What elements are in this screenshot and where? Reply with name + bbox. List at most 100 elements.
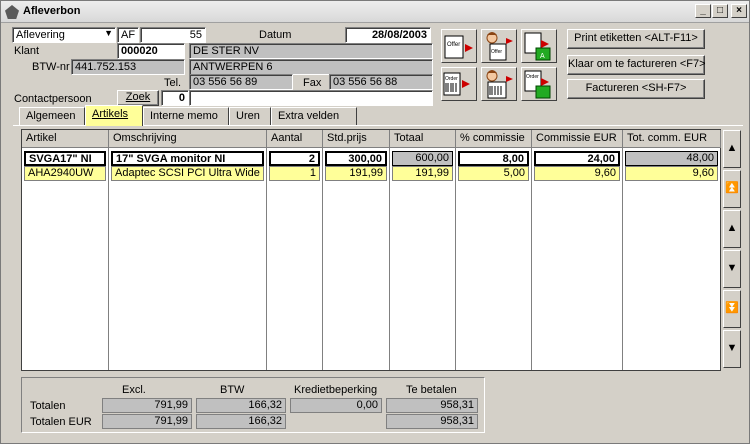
svg-text:A: A	[540, 53, 545, 60]
col-header-std-prijs[interactable]: Std.prijs	[323, 130, 390, 148]
klant-name-field: DE STER NV	[189, 43, 433, 59]
doc-code-field[interactable]: AF	[117, 27, 139, 43]
totalen-eur-excl: 791,99	[102, 414, 192, 429]
tab-artikels[interactable]: Artikels	[85, 105, 143, 126]
artikels-table[interactable]: Artikel Omschrijving Aantal Std.prijs To…	[21, 129, 721, 371]
cell-tot-comm-eur: 48,00	[625, 151, 718, 166]
svg-text:Order: Order	[445, 76, 458, 82]
cell-totaal: 191,99	[392, 166, 453, 181]
tab-interne-memo[interactable]: Interne memo	[143, 107, 229, 125]
tel-field: 03 556 56 89	[189, 74, 293, 90]
title-bar[interactable]: Afleverbon _ □ ×	[1, 1, 749, 23]
order-person-button[interactable]	[481, 67, 517, 101]
col-divider	[389, 148, 390, 370]
doc-number-field[interactable]: 55	[140, 27, 206, 43]
totalen-eur-te-betalen: 958,31	[386, 414, 478, 429]
cell-tot-comm-eur: 9,60	[625, 166, 718, 181]
cell-aantal[interactable]: 1	[269, 166, 320, 181]
cell-commissie-pct[interactable]: 5,00	[458, 166, 529, 181]
totals-panel: Excl. BTW Kredietbeperking Te betalen To…	[21, 377, 485, 433]
previous-record-button[interactable]: ▲	[723, 210, 741, 248]
totalen-excl: 791,99	[102, 398, 192, 413]
datum-label: Datum	[259, 29, 292, 41]
col-header-totaal[interactable]: Totaal	[390, 130, 456, 148]
totalen-eur-label: Totalen EUR	[30, 416, 92, 428]
maximize-button[interactable]: □	[712, 4, 728, 18]
cell-commissie-eur[interactable]: 9,60	[534, 166, 620, 181]
order-export-icon: Order	[524, 70, 551, 99]
page-up-button[interactable]: ⏫	[723, 170, 741, 208]
cell-std-prijs[interactable]: 300,00	[325, 151, 387, 166]
fax-field: 03 556 56 88	[329, 74, 433, 90]
cell-omschrijving[interactable]: Adaptec SCSI PCI Ultra Wide	[111, 166, 264, 181]
print-etiketten-button[interactable]: Print etiketten <ALT-F11>	[567, 29, 705, 49]
tel-label: Tel.	[164, 77, 182, 89]
col-header-tot-comm-eur[interactable]: Tot. comm. EUR	[623, 130, 721, 148]
fax-label: Fax	[303, 77, 322, 89]
double-up-icon: ⏫	[725, 182, 739, 194]
order-export-button[interactable]: Order	[521, 67, 557, 101]
svg-text:Order: Order	[526, 74, 539, 80]
totalen-kredietbeperking: 0,00	[290, 398, 382, 413]
cell-commissie-pct[interactable]: 8,00	[458, 151, 529, 166]
klant-field[interactable]: 000020	[117, 43, 185, 59]
tab-extra-velden[interactable]: Extra velden	[271, 107, 357, 125]
klaar-factureren-button[interactable]: Klaar om te factureren <F7>	[567, 55, 706, 75]
offer-print-icon: Offer	[444, 35, 473, 59]
contact-field[interactable]	[189, 90, 433, 106]
first-record-button[interactable]: ▲	[723, 130, 741, 168]
klant-label: Klant	[14, 45, 40, 57]
cell-commissie-eur[interactable]: 24,00	[534, 151, 620, 166]
totalen-te-betalen: 958,31	[386, 398, 478, 413]
contact-number-field[interactable]: 0	[161, 90, 189, 106]
offer-print-button[interactable]: Offer	[441, 29, 477, 63]
tab-algemeen[interactable]: Algemeen	[19, 107, 85, 125]
down-arrow-icon: ▼	[726, 262, 738, 274]
cell-omschrijving[interactable]: 17" SVGA monitor NI	[111, 151, 264, 166]
totalen-eur-btw: 166,32	[196, 414, 286, 429]
page-down-button[interactable]: ⏬	[723, 290, 741, 328]
col-divider	[531, 148, 532, 370]
col-header-aantal[interactable]: Aantal	[267, 130, 323, 148]
tab-uren[interactable]: Uren	[229, 107, 271, 125]
col-divider	[455, 148, 456, 370]
totals-header-btw: BTW	[220, 384, 245, 396]
btw-label: BTW-nr	[32, 61, 70, 73]
totals-header-te-betalen: Te betalen	[406, 384, 457, 396]
col-header-commissie-eur[interactable]: Commissie EUR	[532, 130, 623, 148]
cell-artikel[interactable]: AHA2940UW	[24, 166, 106, 181]
col-header-artikel[interactable]: Artikel	[22, 130, 109, 148]
order-barcode-button[interactable]: Order	[441, 67, 477, 101]
cell-aantal[interactable]: 2	[269, 151, 320, 166]
offer-export-button[interactable]: A	[521, 29, 557, 63]
col-header-commissie-pct[interactable]: % commissie	[456, 130, 532, 148]
cell-totaal: 600,00	[392, 151, 453, 166]
barcode-icon: Order	[443, 72, 470, 96]
cell-std-prijs[interactable]: 191,99	[325, 166, 387, 181]
zoek-button[interactable]: Zoek	[117, 90, 159, 106]
next-record-button[interactable]: ▼	[723, 250, 741, 288]
doctype-select[interactable]: Aflevering ▼	[12, 27, 116, 43]
offer-person-button[interactable]: Offer	[481, 29, 517, 63]
datum-field[interactable]: 28/08/2003	[345, 27, 431, 43]
totalen-label: Totalen	[30, 400, 66, 412]
svg-text:Offer: Offer	[447, 42, 460, 48]
offer-person-icon: Offer	[486, 32, 513, 61]
close-button[interactable]: ×	[731, 4, 747, 18]
col-header-omschrijving[interactable]: Omschrijving	[109, 130, 267, 148]
contactpersoon-label: Contactpersoon	[14, 93, 92, 105]
first-record-icon: ▲	[726, 142, 738, 154]
last-record-button[interactable]: ▼	[723, 330, 741, 368]
btw-field: 441.752.153	[71, 59, 185, 75]
totals-header-excl: Excl.	[122, 384, 146, 396]
order-person-icon	[486, 70, 513, 99]
cell-artikel[interactable]: SVGA17" NI	[24, 151, 106, 166]
totals-header-kredietbeperking: Kredietbeperking	[294, 384, 378, 396]
app-icon	[5, 5, 19, 19]
totalen-btw: 166,32	[196, 398, 286, 413]
factureren-button[interactable]: Factureren <SH-F7>	[567, 79, 705, 99]
minimize-button[interactable]: _	[695, 4, 711, 18]
last-record-icon: ▼	[726, 342, 738, 354]
doctype-value: Aflevering	[16, 29, 65, 41]
chevron-down-icon: ▼	[104, 28, 113, 38]
